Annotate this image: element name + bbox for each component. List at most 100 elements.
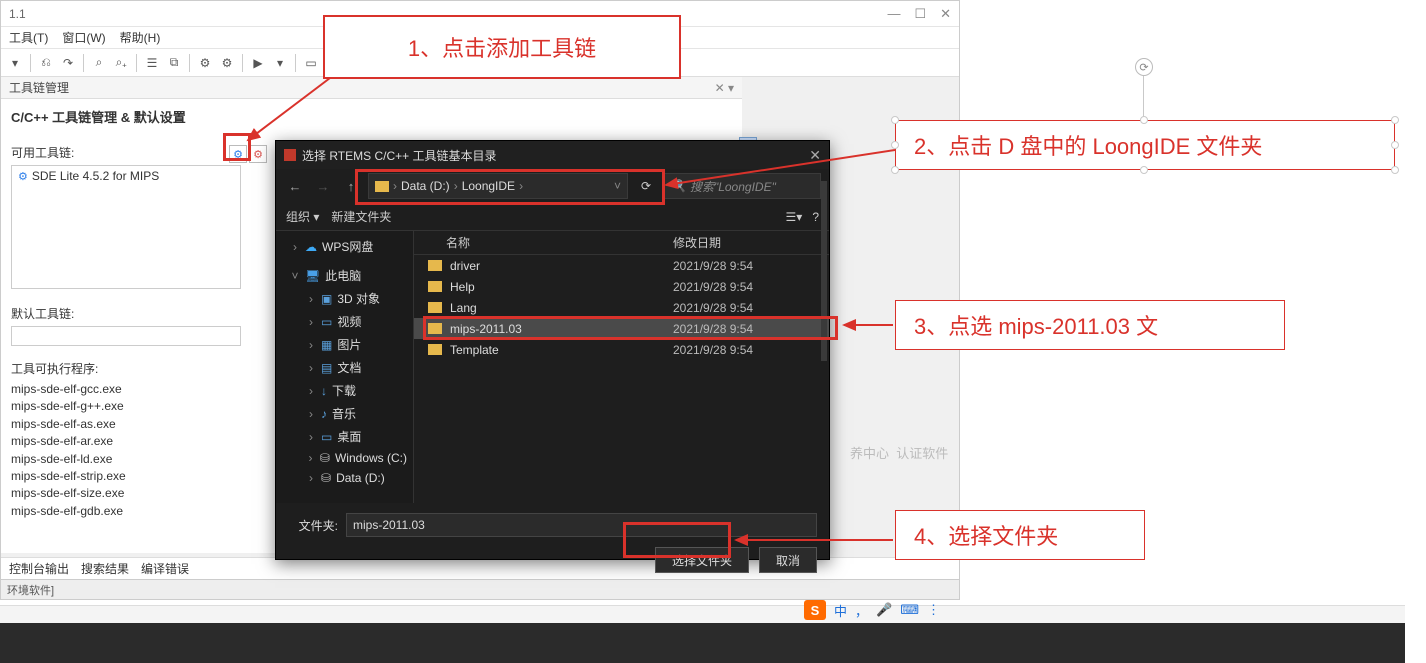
menu-tools[interactable]: 工具(T) — [5, 27, 52, 48]
toolchain-item[interactable]: ⚙ SDE Lite 4.5.2 for MIPS — [12, 166, 240, 186]
toolbar-icon[interactable]: ↷ — [58, 53, 78, 73]
breadcrumb-folder[interactable]: LoongIDE — [462, 179, 515, 193]
cancel-button[interactable]: 取消 — [759, 547, 817, 573]
status-text: 环境软件] — [7, 585, 54, 597]
ime-punct-icon[interactable]: ， — [855, 601, 868, 620]
annotation-1-text: 1、点击添加工具链 — [408, 31, 596, 63]
remove-toolchain-button[interactable]: ⚙ — [249, 145, 267, 163]
organize-menu[interactable]: 组织 ▾ — [286, 208, 319, 225]
tree-item-pc[interactable]: ˅🖥此电脑 — [276, 264, 413, 287]
toolbar-icon[interactable]: ▾ — [270, 53, 290, 73]
annotation-1: 1、点击添加工具链 — [323, 15, 681, 79]
tree-item-downloads[interactable]: ›↓下载 — [276, 379, 413, 402]
dialog-main: ›☁WPS网盘 ˅🖥此电脑 ›▣3D 对象 ›▭视频 ›▦图片 ›▤文档 ›↓下… — [276, 231, 829, 503]
view-icon[interactable]: ☰▾ — [786, 210, 803, 224]
tab-search[interactable]: 搜索结果 — [81, 560, 129, 577]
tree-item-d-drive[interactable]: ›⛁Data (D:) — [276, 468, 413, 488]
tree-item-pictures[interactable]: ›▦图片 — [276, 333, 413, 356]
ime-menu-icon[interactable]: ⋮ — [927, 602, 940, 618]
tree-item-wps[interactable]: ›☁WPS网盘 — [276, 235, 413, 258]
file-row[interactable]: Template2021/9/28 9:54 — [414, 339, 829, 360]
annotation-4: 4、选择文件夹 — [895, 510, 1145, 560]
folder-tree[interactable]: ›☁WPS网盘 ˅🖥此电脑 ›▣3D 对象 ›▭视频 ›▦图片 ›▤文档 ›↓下… — [276, 231, 414, 503]
ide-title: 1.1 — [9, 7, 26, 21]
tab-errors[interactable]: 编译错误 — [141, 560, 189, 577]
rotate-handle-icon[interactable]: ⟳ — [1135, 58, 1153, 76]
col-name[interactable]: 名称 — [414, 234, 673, 251]
toolbar-icon[interactable]: ☰ — [142, 53, 162, 73]
toolbar-icon[interactable]: ⌕₊ — [111, 53, 131, 73]
maximize-icon[interactable]: ☐ — [914, 6, 926, 22]
breadcrumb[interactable]: › Data (D:) › LoongIDE › ˅ — [368, 173, 628, 199]
breadcrumb-drive[interactable]: Data (D:) — [401, 179, 450, 193]
menu-window[interactable]: 窗口(W) — [58, 27, 109, 48]
search-input[interactable]: 🔍 搜索"LoongIDE" — [664, 173, 821, 199]
available-toolchains-list[interactable]: ⚙ SDE Lite 4.5.2 for MIPS — [11, 165, 241, 289]
help-icon[interactable]: ? — [812, 210, 819, 224]
file-row[interactable]: driver2021/9/28 9:54 — [414, 255, 829, 276]
toolbar-icon[interactable]: ⌕ — [89, 53, 109, 73]
ime-badge-icon[interactable]: S — [804, 600, 826, 620]
back-icon[interactable]: ← — [284, 179, 306, 194]
close-icon[interactable]: ✕ — [940, 6, 951, 22]
new-folder-button[interactable]: 新建文件夹 — [331, 208, 391, 225]
panel-tab-label[interactable]: 工具链管理 — [9, 79, 69, 96]
close-icon[interactable]: ✕ — [809, 147, 821, 164]
ime-lang[interactable]: 中 — [834, 601, 847, 620]
document-icon: ▤ — [321, 361, 332, 375]
selection-handle[interactable] — [1140, 116, 1148, 124]
window-controls: — ☐ ✕ — [887, 6, 951, 22]
toolbar-icon[interactable]: ⧉ — [164, 53, 184, 73]
ime-mic-icon[interactable]: 🎤 — [876, 602, 892, 618]
selection-handle[interactable] — [1140, 166, 1148, 174]
selection-handle[interactable] — [1391, 141, 1399, 149]
selection-handle[interactable] — [891, 116, 899, 124]
toolbar-icon[interactable]: ▭ — [301, 53, 321, 73]
toolchain-item-label: SDE Lite 4.5.2 for MIPS — [32, 169, 159, 183]
selection-handle[interactable] — [1391, 116, 1399, 124]
selection-handle[interactable] — [1391, 166, 1399, 174]
ime-toolbar: S 中 ， 🎤 ⌨ ⋮ — [796, 598, 948, 622]
menu-help[interactable]: 帮助(H) — [116, 27, 165, 48]
disk-icon: ⛁ — [320, 451, 330, 465]
forward-icon[interactable]: → — [312, 179, 334, 194]
download-icon: ↓ — [321, 384, 327, 398]
up-icon[interactable]: ↑ — [340, 179, 362, 194]
tree-item-music[interactable]: ›♪音乐 — [276, 402, 413, 425]
tree-item-desktop[interactable]: ›▭桌面 — [276, 425, 413, 448]
file-row-selected[interactable]: mips-2011.032021/9/28 9:54 — [414, 318, 829, 339]
tree-item-3d[interactable]: ›▣3D 对象 — [276, 287, 413, 310]
ime-keyboard-icon[interactable]: ⌨ — [900, 602, 919, 618]
annotation-3: 3、点选 mips-2011.03 文 — [895, 300, 1285, 350]
file-row[interactable]: Help2021/9/28 9:54 — [414, 276, 829, 297]
selection-handle[interactable] — [891, 141, 899, 149]
toolbar-icon[interactable]: ⚙ — [195, 53, 215, 73]
add-toolchain-button[interactable]: ⚙ — [229, 145, 247, 163]
toolbar-icon[interactable]: ▾ — [5, 53, 25, 73]
desktop-icon: ▭ — [321, 430, 332, 444]
tab-console[interactable]: 控制台输出 — [9, 560, 69, 577]
chevron-right-icon: › — [454, 179, 458, 193]
tree-item-video[interactable]: ›▭视频 — [276, 310, 413, 333]
run-icon[interactable]: ▶ — [248, 53, 268, 73]
folder-icon — [428, 260, 442, 271]
tree-item-c-drive[interactable]: ›⛁Windows (C:) — [276, 448, 413, 468]
dialog-titlebar: 选择 RTEMS C/C++ 工具链基本目录 ✕ — [276, 141, 829, 169]
selection-handle[interactable] — [891, 166, 899, 174]
select-folder-button[interactable]: 选择文件夹 — [655, 547, 749, 573]
default-toolchain-input[interactable] — [11, 326, 241, 346]
toolbar-icon[interactable]: ⎌ — [36, 53, 56, 73]
minimize-icon[interactable]: — — [887, 6, 900, 22]
toolbar-icon[interactable]: ⚙ — [217, 53, 237, 73]
col-date[interactable]: 修改日期 — [673, 234, 829, 251]
tree-item-docs[interactable]: ›▤文档 — [276, 356, 413, 379]
folder-icon — [428, 323, 442, 334]
refresh-icon[interactable]: ⟳ — [634, 173, 658, 199]
panel-close-icon[interactable]: ✕ ▾ — [715, 81, 734, 95]
music-icon: ♪ — [321, 407, 327, 421]
dialog-bottom: 文件夹: 选择文件夹 取消 — [276, 503, 829, 583]
file-row[interactable]: Lang2021/9/28 9:54 — [414, 297, 829, 318]
panel-tab-header: 工具链管理 ✕ ▾ — [1, 77, 742, 99]
folder-name-input[interactable] — [346, 513, 817, 537]
chevron-down-icon[interactable]: ˅ — [614, 179, 621, 193]
